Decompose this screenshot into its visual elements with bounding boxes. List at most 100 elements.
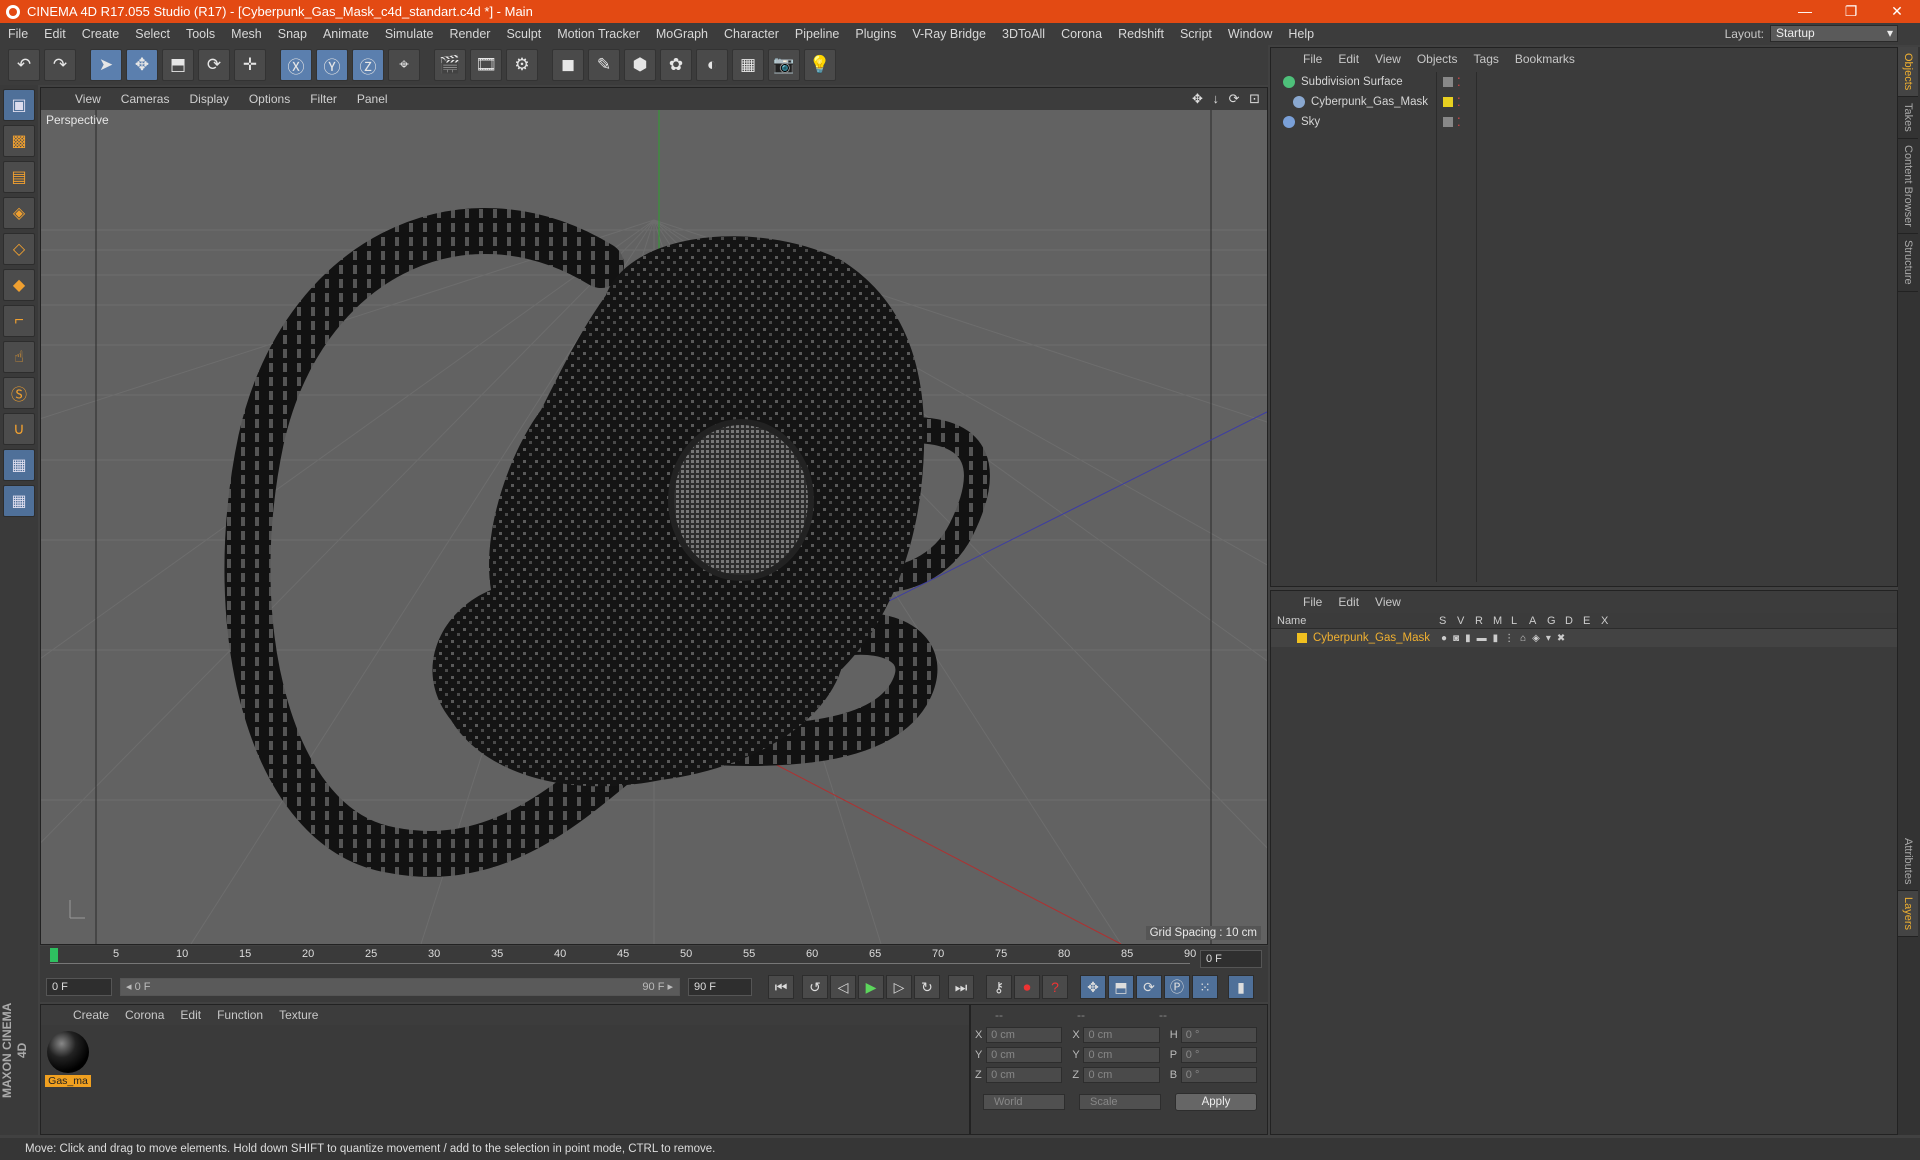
coord-size-field[interactable]: 0 cm: [1083, 1027, 1160, 1043]
viewport-menu-options[interactable]: Options: [239, 92, 300, 106]
menu-help[interactable]: Help: [1280, 27, 1322, 41]
menu-pipeline[interactable]: Pipeline: [787, 27, 847, 41]
key-pla-button[interactable]: ⁙: [1192, 975, 1218, 999]
render-view-button[interactable]: 🎬: [434, 49, 466, 81]
coord-size-field[interactable]: 0 cm: [1083, 1067, 1160, 1083]
play-button[interactable]: ▶: [858, 975, 884, 999]
material-swatch[interactable]: Gas_ma: [45, 1031, 91, 1087]
object-row[interactable]: Sky ⁚: [1271, 112, 1461, 132]
deformer-button[interactable]: ◐: [696, 49, 728, 81]
y-axis-button[interactable]: Ⓨ: [316, 49, 348, 81]
material-menu-create[interactable]: Create: [65, 1008, 117, 1022]
pen-spline-button[interactable]: ✎: [588, 49, 620, 81]
frame-range-slider[interactable]: ◂ 0 F 90 F ▸: [120, 978, 680, 996]
layout-dropdown[interactable]: Startup: [1770, 25, 1898, 42]
menu-simulate[interactable]: Simulate: [377, 27, 442, 41]
render-settings-button[interactable]: ⚙: [506, 49, 538, 81]
tab-structure[interactable]: Structure: [1898, 234, 1918, 292]
texture-mode-button[interactable]: ▩: [3, 125, 35, 157]
viewport-nav-icons[interactable]: ✥ ↓ ⟳ ⊡: [1192, 91, 1263, 107]
viewport-menu-view[interactable]: View: [65, 92, 111, 106]
timeline-ruler[interactable]: 051015202530354045505560657075808590 0 F: [40, 946, 1268, 972]
next-key-button[interactable]: ↻: [914, 975, 940, 999]
mograph-cloner-button[interactable]: ✿: [660, 49, 692, 81]
current-frame-field[interactable]: 0 F: [1200, 950, 1262, 968]
go-to-end-button[interactable]: ⏭: [948, 975, 974, 999]
object-menu-edit[interactable]: Edit: [1330, 52, 1367, 66]
grid-animate-button[interactable]: ▦: [3, 485, 35, 517]
viewport-menu-display[interactable]: Display: [179, 92, 238, 106]
menu-motion-tracker[interactable]: Motion Tracker: [549, 27, 648, 41]
menu-animate[interactable]: Animate: [315, 27, 377, 41]
menu-snap[interactable]: Snap: [270, 27, 315, 41]
go-to-start-button[interactable]: ⏮: [768, 975, 794, 999]
model-mode-button[interactable]: ▣: [3, 89, 35, 121]
tab-layers[interactable]: Layers: [1898, 891, 1918, 938]
menu-file[interactable]: File: [0, 27, 36, 41]
object-menu-tags[interactable]: Tags: [1466, 52, 1507, 66]
object-row[interactable]: Subdivision Surface ⁚: [1271, 72, 1461, 92]
coord-space-dropdown[interactable]: World: [983, 1094, 1065, 1110]
grid-lock-button[interactable]: ▦: [3, 449, 35, 481]
tab-takes[interactable]: Takes: [1898, 97, 1918, 140]
coord-position-field[interactable]: 0 cm: [986, 1067, 1063, 1083]
previous-key-button[interactable]: ↺: [802, 975, 828, 999]
coord-rotation-field[interactable]: 0 °: [1180, 1067, 1258, 1083]
layer-toggle-icons[interactable]: ●◙▮▬▮⋮⌂◈▾✖: [1441, 633, 1571, 644]
camera-button[interactable]: 📷: [768, 49, 800, 81]
restore-button[interactable]: ❐: [1828, 0, 1874, 23]
key-rotation-button[interactable]: ⟳: [1136, 975, 1162, 999]
subdivision-button[interactable]: ⬢: [624, 49, 656, 81]
tab-attributes[interactable]: Attributes: [1898, 832, 1918, 892]
end-frame-field[interactable]: 90 F: [688, 978, 752, 996]
coord-rotation-field[interactable]: 0 °: [1180, 1047, 1258, 1063]
perspective-viewport[interactable]: Perspective Grid Spacing : 10 cm: [41, 110, 1267, 944]
undo-button[interactable]: ↶: [8, 49, 40, 81]
menu-mograph[interactable]: MoGraph: [648, 27, 716, 41]
menu-sculpt[interactable]: Sculpt: [498, 27, 549, 41]
scale-button[interactable]: ⬒: [162, 49, 194, 81]
coord-size-field[interactable]: 0 cm: [1083, 1047, 1160, 1063]
move-button[interactable]: ✥: [126, 49, 158, 81]
rotate-button[interactable]: ⟳: [198, 49, 230, 81]
x-axis-button[interactable]: Ⓧ: [280, 49, 312, 81]
z-axis-button[interactable]: Ⓩ: [352, 49, 384, 81]
apply-button[interactable]: Apply: [1175, 1093, 1257, 1111]
traffic-light-icon[interactable]: ⁚: [1457, 95, 1461, 109]
light-button[interactable]: 💡: [804, 49, 836, 81]
record-keys-button[interactable]: ⚷: [986, 975, 1012, 999]
viewport-menu-panel[interactable]: Panel: [347, 92, 398, 106]
traffic-light-icon[interactable]: ⁚: [1457, 75, 1461, 89]
next-frame-button[interactable]: ▷: [886, 975, 912, 999]
layer-color-swatch[interactable]: [1297, 633, 1307, 643]
edges-mode-button[interactable]: ◇: [3, 233, 35, 265]
magnet-button[interactable]: ∪: [3, 413, 35, 445]
object-visibility-flags[interactable]: ⁚: [1443, 75, 1461, 89]
material-menu-function[interactable]: Function: [209, 1008, 271, 1022]
layer-menu-view[interactable]: View: [1367, 595, 1409, 609]
autokey-button[interactable]: ⏺: [1014, 975, 1040, 999]
timeline-window-button[interactable]: ▮: [1228, 975, 1254, 999]
points-mode-button[interactable]: ◈: [3, 197, 35, 229]
move-plus-button[interactable]: ✛: [234, 49, 266, 81]
menu-3dtoall[interactable]: 3DToAll: [994, 27, 1053, 41]
key-param-button[interactable]: Ⓟ: [1164, 975, 1190, 999]
floor-button[interactable]: ▦: [732, 49, 764, 81]
viewport-menu-cameras[interactable]: Cameras: [111, 92, 180, 106]
menu-tools[interactable]: Tools: [178, 27, 223, 41]
select-arrow-button[interactable]: ➤: [90, 49, 122, 81]
minimize-button[interactable]: —: [1782, 0, 1828, 23]
material-menu-texture[interactable]: Texture: [271, 1008, 326, 1022]
menu-edit[interactable]: Edit: [36, 27, 74, 41]
coord-rotation-field[interactable]: 0 °: [1180, 1027, 1258, 1043]
layer-menu-edit[interactable]: Edit: [1330, 595, 1367, 609]
object-visibility-flags[interactable]: ⁚: [1443, 115, 1461, 129]
polygons-mode-button[interactable]: ◆: [3, 269, 35, 301]
tweak-mode-button[interactable]: ☝: [3, 341, 35, 373]
menu-render[interactable]: Render: [441, 27, 498, 41]
menu-create[interactable]: Create: [74, 27, 128, 41]
object-menu-objects[interactable]: Objects: [1409, 52, 1466, 66]
close-button[interactable]: ✕: [1874, 0, 1920, 23]
material-menu-corona[interactable]: Corona: [117, 1008, 172, 1022]
viewport-menu-filter[interactable]: Filter: [300, 92, 347, 106]
